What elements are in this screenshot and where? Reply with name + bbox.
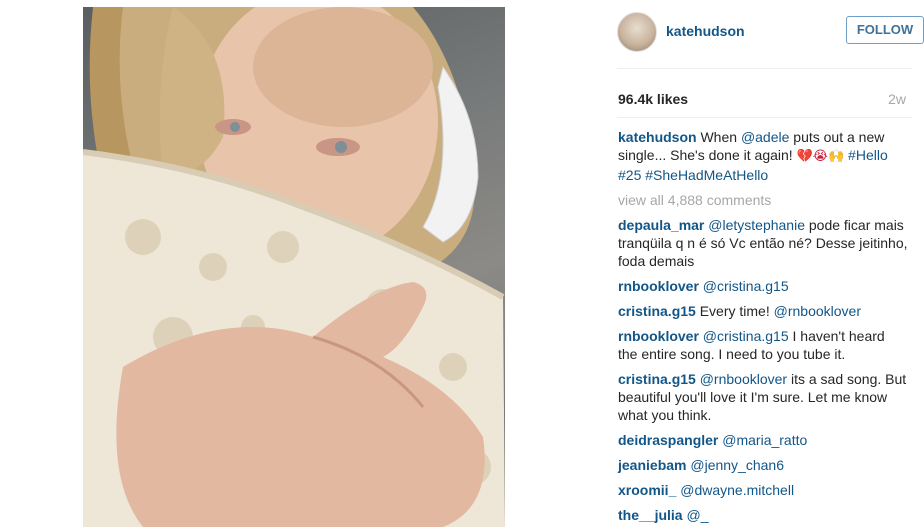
divider — [617, 117, 912, 118]
comment-username[interactable]: cristina.g15 — [618, 371, 696, 387]
post-username[interactable]: katehudson — [666, 23, 745, 39]
post-header: katehudson FOLLOW — [617, 12, 924, 52]
comment: the__julia @_ — [618, 506, 908, 524]
comment: deidraspangler @maria_ratto — [618, 431, 908, 449]
comment-text: Every time! — [699, 303, 774, 319]
comment-username[interactable]: jeaniebam — [618, 457, 686, 473]
comment-mention[interactable]: @dwayne.mitchell — [680, 482, 794, 498]
caption-emojis: 💔😭🙌 — [796, 149, 845, 164]
caption: katehudson When @adele puts out a new si… — [618, 128, 908, 184]
comment-username[interactable]: the__julia — [618, 507, 683, 523]
comment-mention[interactable]: @rnbooklover — [700, 371, 787, 387]
likes-row: 96.4k likes 2w — [618, 91, 906, 107]
comment: rnbooklover @cristina.g15 I haven't hear… — [618, 327, 908, 363]
comment-username[interactable]: rnbooklover — [618, 328, 699, 344]
comment-mention[interactable]: @_ — [686, 507, 708, 523]
comment-username[interactable]: cristina.g15 — [618, 303, 696, 319]
comment-username[interactable]: deidraspangler — [618, 432, 718, 448]
caption-text: When — [700, 129, 741, 145]
comment: rnbooklover @cristina.g15 — [618, 277, 908, 295]
comments-list: katehudson When @adele puts out a new si… — [618, 128, 908, 531]
comment: cristina.g15 @rnbooklover its a sad song… — [618, 370, 908, 424]
post-age[interactable]: 2w — [888, 91, 906, 107]
comment-username[interactable]: xroomii_ — [618, 482, 676, 498]
post-photo[interactable] — [83, 7, 505, 527]
comment-mention[interactable]: @cristina.g15 — [703, 328, 789, 344]
comment-mention[interactable]: @cristina.g15 — [703, 278, 789, 294]
comment: depaula_mar @letystephanie pode ficar ma… — [618, 216, 908, 270]
comment-mention[interactable]: @rnbooklover — [774, 303, 861, 319]
comment: xroomii_ @dwayne.mitchell — [618, 481, 908, 499]
comment-mention[interactable]: @maria_ratto — [722, 432, 807, 448]
caption-mention[interactable]: @adele — [741, 129, 789, 145]
post-photo-image — [83, 7, 505, 527]
caption-username[interactable]: katehudson — [618, 129, 697, 145]
comment-mention[interactable]: @letystephanie — [708, 217, 805, 233]
comment-username[interactable]: depaula_mar — [618, 217, 704, 233]
comment: jeaniebam @jenny_chan6 — [618, 456, 908, 474]
likes-count[interactable]: 96.4k likes — [618, 91, 688, 107]
comment: cristina.g15 Every time! @rnbooklover — [618, 302, 908, 320]
comment-username[interactable]: rnbooklover — [618, 278, 699, 294]
divider — [617, 68, 912, 69]
view-all-comments-link[interactable]: view all 4,888 comments — [618, 191, 908, 209]
follow-button[interactable]: FOLLOW — [846, 16, 924, 44]
comment-mention[interactable]: @jenny_chan6 — [690, 457, 784, 473]
post-sidebar: katehudson FOLLOW 96.4k likes 2w katehud… — [605, 0, 924, 527]
avatar[interactable] — [617, 12, 657, 52]
